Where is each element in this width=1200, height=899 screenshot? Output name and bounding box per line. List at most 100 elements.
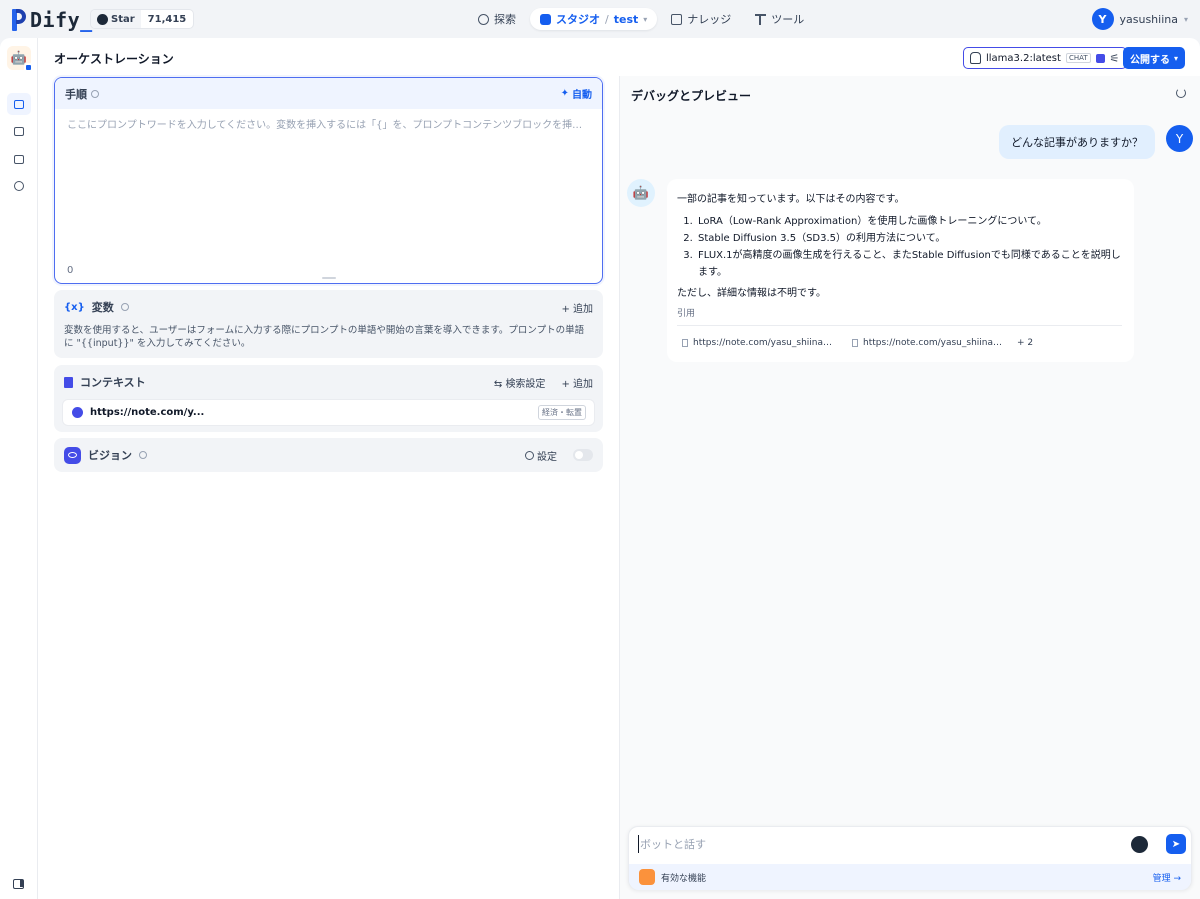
resize-handle[interactable] (322, 277, 336, 279)
citation-item[interactable]: https://note.com/yasu_shiina/n/ne... (677, 334, 837, 352)
nav-tools-label: ツール (771, 13, 805, 26)
gear-icon (524, 450, 534, 460)
chevron-down-icon: ▾ (1183, 14, 1188, 24)
user-message: どんな記事がありますか？ (999, 125, 1155, 159)
document-icon (64, 376, 73, 388)
auto-label: 自動 (572, 90, 592, 101)
file-icon (852, 339, 858, 347)
bot-message: 一部の記事を知っています。以下はその内容です。 LoRA（Low-Rank Ap… (667, 179, 1134, 362)
app-type-badge (24, 63, 33, 72)
page-title: オーケストレーション (54, 52, 174, 66)
prompt-label: 手順 (65, 87, 87, 101)
main-nav: 探索 スタジオ / test ▾ ナレッジ ツール (468, 8, 814, 30)
help-icon[interactable] (120, 303, 129, 311)
variable-icon: {x} (64, 301, 85, 313)
nav-tools[interactable]: ツール (745, 8, 814, 30)
vision-section: ビジョン 設定 (54, 438, 603, 472)
compass-icon (478, 13, 489, 25)
window-icon (14, 99, 24, 109)
nav-app-name[interactable]: test (614, 13, 639, 26)
bot-outro: ただし、詳細な情報は不明です。 (677, 288, 826, 299)
github-star-count: 71,415 (147, 13, 187, 25)
bot-intro: 一部の記事を知っています。以下はその内容です。 (677, 194, 905, 205)
add-variable-button[interactable]: + 追加 (561, 300, 593, 315)
context-dataset-item[interactable]: https://note.com/y... 経済・転置 (62, 399, 595, 426)
sidebar-item-logs[interactable] (7, 148, 31, 170)
nav-studio-label: スタジオ (556, 13, 600, 26)
debug-title: デバッグとプレビュー (631, 89, 752, 103)
citation-list: https://note.com/yasu_shiina/n/ne... htt… (677, 334, 1122, 352)
hammer-icon (755, 13, 767, 25)
app-sidebar: 🤖 (0, 38, 38, 899)
bot-list-item: LoRA（Low-Rank Approximation）を使用した画像トレーニン… (696, 213, 1122, 230)
sidebar-item-orchestrate[interactable] (7, 93, 31, 115)
app-icon[interactable]: 🤖 (7, 46, 33, 72)
vision-settings-button[interactable]: 設定 (524, 448, 557, 463)
brand-name: Dify (30, 8, 81, 32)
context-section: コンテキスト ⇆ 検索設定 + 追加 https://note.com/y...… (54, 365, 603, 432)
top-nav: Dify_ Star 71,415 探索 スタジオ / test ▾ ナレッジ … (0, 0, 1200, 38)
github-icon (97, 13, 108, 25)
sidebar-item-monitoring[interactable] (7, 175, 31, 197)
orchestration-panel: オーケストレーション 手順 ✦ 自動 ここにプロンプトワードを入力してください。変… (38, 38, 619, 899)
add-context-button[interactable]: + 追加 (561, 375, 593, 390)
settings-sliders-icon: ⇆ (493, 378, 506, 390)
refresh-icon[interactable] (1176, 88, 1186, 98)
chat-input-box: ➤ 有効な機能 管理 → (628, 826, 1192, 890)
book-icon (671, 13, 683, 25)
dataset-icon (72, 407, 83, 418)
github-star-button[interactable]: Star 71,415 (90, 9, 195, 29)
nav-studio[interactable]: スタジオ / test ▾ (530, 8, 658, 30)
dify-logo[interactable]: Dify_ (12, 8, 93, 32)
citation-item[interactable]: https://note.com/yasu_shiina/n/nf... (847, 334, 1007, 352)
citation-label: 引用 (677, 306, 1122, 326)
sidebar-item-api[interactable] (7, 120, 31, 142)
user-avatar: Y (1091, 8, 1114, 30)
eye-icon (64, 446, 81, 464)
vision-settings-label: 設定 (537, 451, 557, 463)
nav-explore[interactable]: 探索 (468, 8, 526, 30)
user-message-avatar: Y (1166, 125, 1193, 152)
user-menu[interactable]: Y yasushiina ▾ (1091, 8, 1188, 30)
github-star-label: Star (111, 13, 135, 25)
context-label: コンテキスト (80, 376, 146, 389)
send-icon: ➤ (1171, 838, 1181, 850)
dashboard-icon (14, 181, 24, 191)
robot-icon (540, 13, 551, 25)
auto-generate-button[interactable]: ✦ 自動 (561, 86, 592, 101)
terminal-icon (14, 126, 24, 136)
features-label: 有効な機能 (661, 873, 707, 884)
bot-avatar: 🤖 (627, 179, 655, 207)
debug-content: デバッグとプレビュー どんな記事がありますか？ Y 🤖 一部の記事を知っています… (619, 38, 1200, 899)
chat-input[interactable] (638, 835, 1108, 853)
help-icon[interactable] (139, 451, 147, 459)
file-icon (682, 339, 688, 347)
bot-list-item: FLUX.1が高精度の画像生成を行えること、またStable Diffusion… (696, 247, 1122, 281)
chevron-down-icon: ▾ (643, 14, 648, 24)
manage-features-button[interactable]: 管理 → (1153, 871, 1181, 884)
vision-toggle[interactable] (573, 449, 593, 461)
nav-knowledge-label: ナレッジ (687, 13, 732, 26)
dataset-name: https://note.com/y... (90, 407, 205, 418)
send-button[interactable]: ➤ (1166, 834, 1186, 854)
prompt-placeholder[interactable]: ここにプロンプトワードを入力してください。変数を挿入するには「{」を、プロンプト… (67, 116, 592, 131)
prompt-char-count: 0 (67, 265, 74, 276)
collapse-sidebar-icon[interactable] (13, 879, 24, 889)
dataset-index-badge: 経済・転置 (538, 405, 586, 420)
variables-section: {x} 変数 + 追加 変数を使用すると、ユーザーはフォームに入力する際にプロンプ… (54, 290, 603, 358)
features-bar: 有効な機能 管理 → (629, 864, 1191, 890)
hexagon-icon[interactable] (1131, 836, 1148, 853)
nav-explore-label: 探索 (494, 13, 516, 26)
variables-label: 変数 (91, 301, 114, 314)
nav-knowledge[interactable]: ナレッジ (661, 8, 741, 30)
sparkle-icon: ✦ (560, 88, 569, 99)
features-icon (639, 869, 655, 885)
more-citations[interactable]: + 2 (1017, 335, 1033, 352)
help-icon[interactable] (91, 89, 99, 98)
bot-list: LoRA（Low-Rank Approximation）を使用した画像トレーニン… (696, 213, 1122, 281)
search-settings-button[interactable]: ⇆ 検索設定 (494, 375, 546, 390)
prompt-editor[interactable]: 手順 ✦ 自動 ここにプロンプトワードを入力してください。変数を挿入するには「{」… (54, 77, 603, 284)
search-settings-label: 検索設定 (505, 378, 546, 390)
nav-separator: / (605, 12, 609, 26)
user-name: yasushiina (1119, 12, 1178, 26)
